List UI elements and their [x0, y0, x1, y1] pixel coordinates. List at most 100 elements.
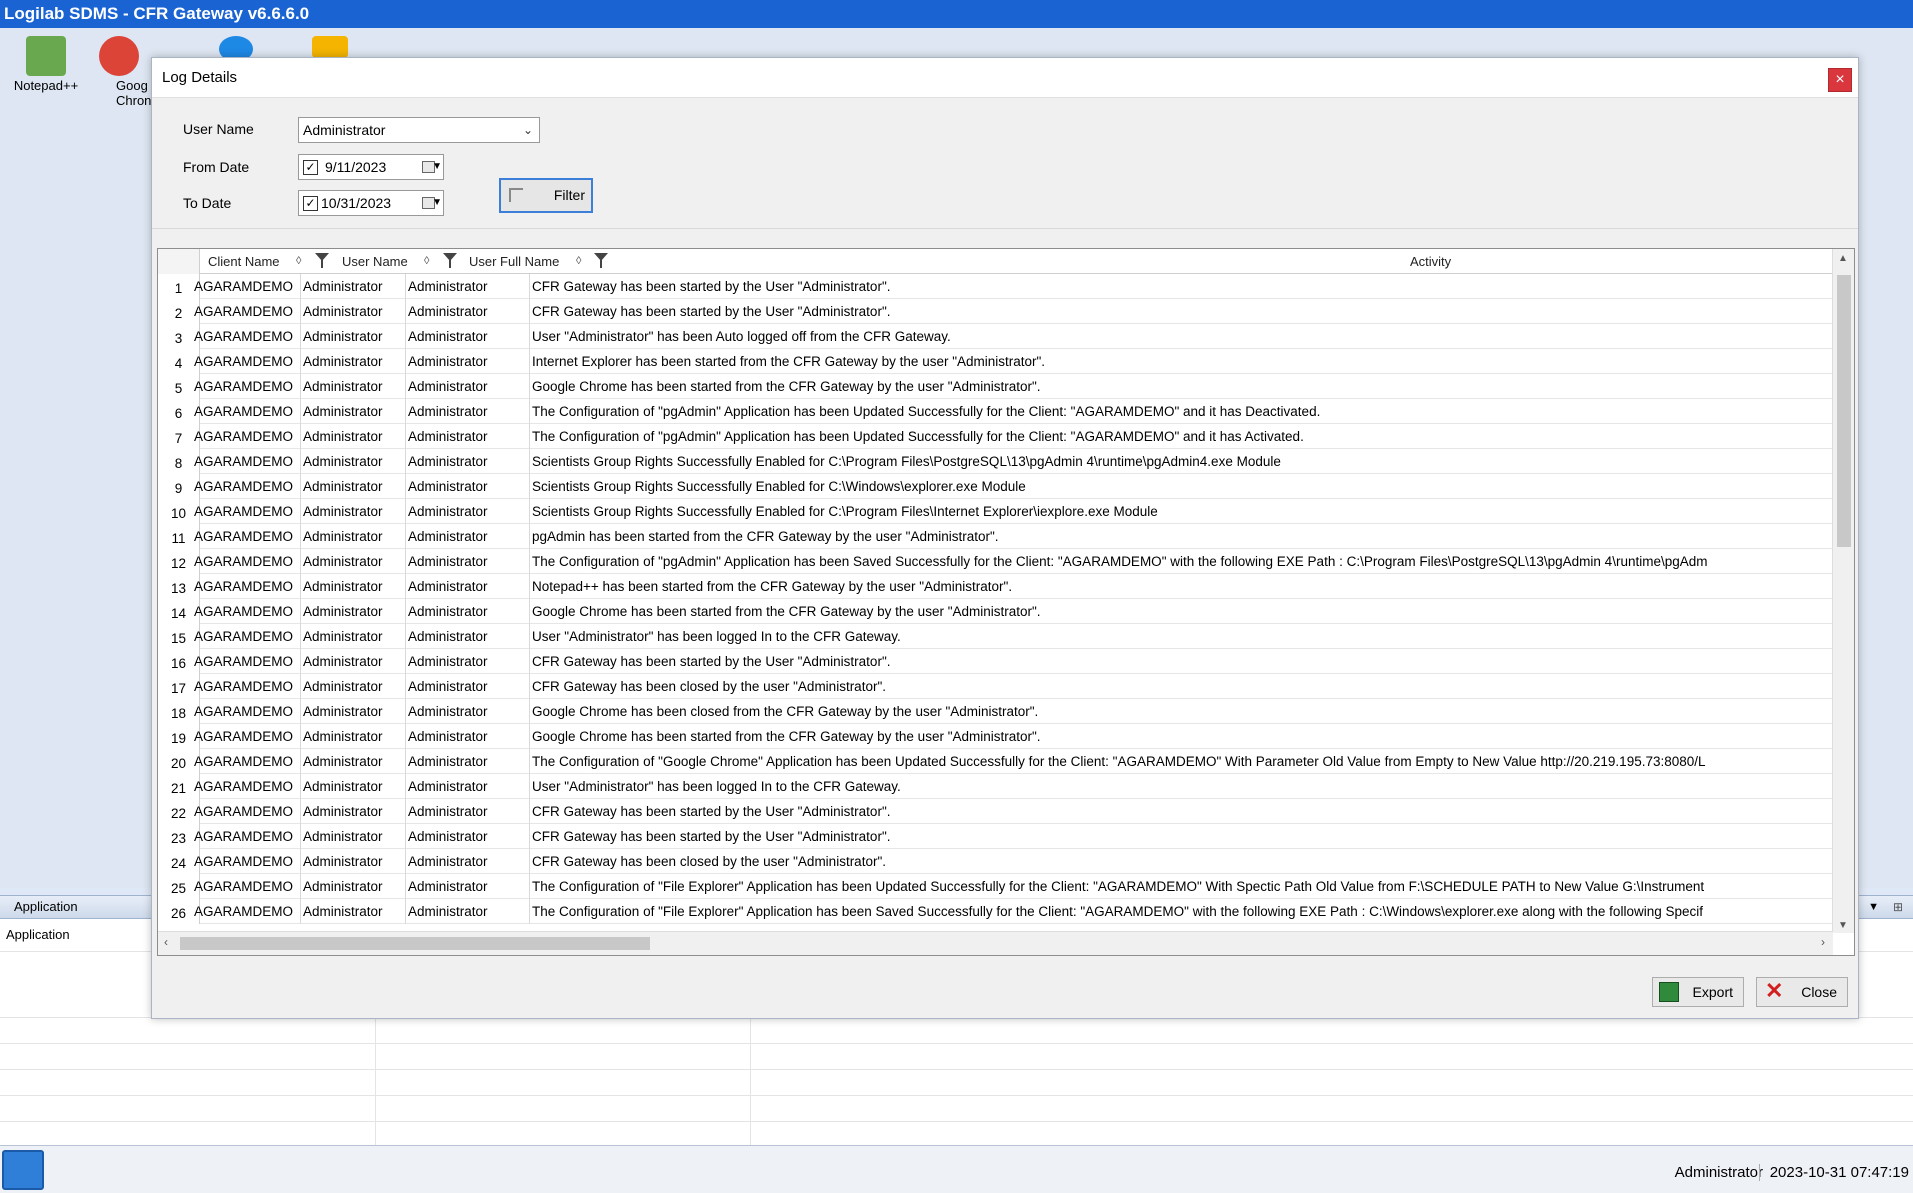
horizontal-scroll-thumb[interactable]	[180, 937, 650, 950]
filter-button[interactable]: Filter	[499, 178, 593, 213]
cell-user-name: Administrator	[303, 804, 383, 819]
table-row[interactable]: 21 AGARAMDEMO Administrator Administrator Us…	[158, 774, 1833, 799]
application-row-label[interactable]: Application	[6, 927, 70, 942]
filter-funnel-icon[interactable]	[594, 253, 608, 268]
horizontal-scrollbar[interactable]: ‹ ›	[158, 931, 1833, 955]
column-header-activity[interactable]: Activity	[1410, 249, 1451, 274]
grid-corner-cell[interactable]	[158, 249, 200, 274]
cell-client-name: AGARAMDEMO	[194, 729, 294, 744]
column-divider	[300, 599, 301, 624]
table-row[interactable]: 3 AGARAMDEMO Administrator Administrator Use…	[158, 324, 1833, 349]
cell-user-name: Administrator	[303, 454, 383, 469]
scroll-up-icon[interactable]: ▲	[1838, 253, 1848, 264]
cell-activity: Google Chrome has been started from the …	[532, 604, 1041, 619]
table-row[interactable]: 23 AGARAMDEMO Administrator Administrator CF…	[158, 824, 1833, 849]
export-button[interactable]: Export	[1652, 977, 1744, 1007]
table-row[interactable]: 11 AGARAMDEMO Administrator Administrator pg…	[158, 524, 1833, 549]
cell-user-full-name: Administrator	[408, 554, 488, 569]
cell-client-name: AGARAMDEMO	[194, 579, 294, 594]
column-divider	[300, 324, 301, 349]
column-divider	[405, 674, 406, 699]
app-title: Logilab SDMS - CFR Gateway v6.6.6.0	[4, 4, 310, 23]
table-row[interactable]: 17 AGARAMDEMO Administrator Administrator CF…	[158, 674, 1833, 699]
vertical-scroll-thumb[interactable]	[1837, 275, 1851, 547]
column-header-client-name[interactable]: Client Name	[208, 249, 280, 274]
sort-icon[interactable]: ◊	[576, 249, 581, 274]
scroll-left-icon[interactable]: ‹	[164, 935, 168, 949]
column-header-user-full-name[interactable]: User Full Name	[469, 249, 559, 274]
scroll-down-icon[interactable]: ▼	[1838, 920, 1848, 931]
filter-funnel-icon[interactable]	[315, 253, 329, 268]
column-divider	[405, 424, 406, 449]
table-row[interactable]: 5 AGARAMDEMO Administrator Administrator Goo…	[158, 374, 1833, 399]
cell-user-name: Administrator	[303, 854, 383, 869]
column-divider	[529, 749, 530, 774]
cell-activity: The Configuration of "pgAdmin" Applicati…	[532, 404, 1321, 419]
chrome-icon	[99, 36, 139, 76]
filter-funnel-icon[interactable]	[443, 253, 457, 268]
column-divider	[300, 674, 301, 699]
vertical-scrollbar[interactable]: ▲ ▼	[1832, 249, 1854, 933]
table-row[interactable]: 18 AGARAMDEMO Administrator Administrator Go…	[158, 699, 1833, 724]
status-bar: Administrator 2023-10-31 07:47:19	[0, 1145, 1913, 1193]
close-x-icon: ✕	[1765, 978, 1784, 1003]
user-name-label: User Name	[183, 121, 254, 137]
close-button[interactable]: ✕ Close	[1756, 977, 1848, 1007]
cell-client-name: AGARAMDEMO	[194, 629, 294, 644]
table-row[interactable]: 10 AGARAMDEMO Administrator Administrator Sc…	[158, 499, 1833, 524]
table-row[interactable]: 24 AGARAMDEMO Administrator Administrator CF…	[158, 849, 1833, 874]
cell-client-name: AGARAMDEMO	[194, 504, 294, 519]
table-row[interactable]: 22 AGARAMDEMO Administrator Administrator CF…	[158, 799, 1833, 824]
sort-icon[interactable]: ◊	[424, 249, 429, 274]
column-divider	[405, 524, 406, 549]
column-divider	[529, 399, 530, 424]
column-divider	[529, 599, 530, 624]
cell-activity: CFR Gateway has been started by the User…	[532, 654, 891, 669]
panel-dropdown-icon[interactable]: ▼	[1868, 896, 1879, 918]
table-row[interactable]: 2 AGARAMDEMO Administrator Administrator CFR…	[158, 299, 1833, 324]
table-row[interactable]: 12 AGARAMDEMO Administrator Administrator Th…	[158, 549, 1833, 574]
close-icon: ×	[1835, 71, 1845, 88]
table-row[interactable]: 20 AGARAMDEMO Administrator Administrator Th…	[158, 749, 1833, 774]
table-row[interactable]: 9 AGARAMDEMO Administrator Administrator Sci…	[158, 474, 1833, 499]
column-divider	[529, 349, 530, 374]
column-divider	[529, 699, 530, 724]
table-row[interactable]: 7 AGARAMDEMO Administrator Administrator The…	[158, 424, 1833, 449]
column-divider	[529, 774, 530, 799]
column-divider	[529, 274, 530, 299]
cell-client-name: AGARAMDEMO	[194, 404, 294, 419]
table-row[interactable]: 19 AGARAMDEMO Administrator Administrator Go…	[158, 724, 1833, 749]
cell-user-full-name: Administrator	[408, 604, 488, 619]
table-row[interactable]: 16 AGARAMDEMO Administrator Administrator CF…	[158, 649, 1833, 674]
column-divider	[405, 299, 406, 324]
cell-user-full-name: Administrator	[408, 479, 488, 494]
to-date-checkbox[interactable]: ✓	[303, 196, 318, 211]
to-date-label: To Date	[183, 195, 232, 211]
cell-activity: CFR Gateway has been started by the User…	[532, 304, 891, 319]
from-date-picker[interactable]: ✓ 9/11/2023 ▼	[298, 154, 444, 180]
sort-icon[interactable]: ◊	[296, 249, 301, 274]
table-row[interactable]: 14 AGARAMDEMO Administrator Administrator Go…	[158, 599, 1833, 624]
scroll-right-icon[interactable]: ›	[1821, 935, 1825, 949]
cell-client-name: AGARAMDEMO	[194, 354, 294, 369]
to-date-picker[interactable]: ✓ 10/31/2023 ▼	[298, 190, 444, 216]
table-row[interactable]: 15 AGARAMDEMO Administrator Administrator Us…	[158, 624, 1833, 649]
panel-pin-icon[interactable]: ⊞	[1893, 896, 1903, 918]
dialog-close-button[interactable]: ×	[1828, 68, 1852, 92]
table-row[interactable]: 8 AGARAMDEMO Administrator Administrator Sci…	[158, 449, 1833, 474]
desktop-icon-chrome[interactable]: Goog Chron	[96, 36, 151, 108]
desktop-icon-notepad[interactable]: Notepad++	[6, 36, 86, 93]
table-row[interactable]: 25 AGARAMDEMO Administrator Administrator Th…	[158, 874, 1833, 899]
table-row[interactable]: 1 AGARAMDEMO Administrator Administrator CFR…	[158, 274, 1833, 299]
table-row[interactable]: 4 AGARAMDEMO Administrator Administrator Int…	[158, 349, 1833, 374]
column-header-user-name[interactable]: User Name	[342, 249, 408, 274]
app-grid-line	[0, 1043, 1913, 1044]
table-row[interactable]: 6 AGARAMDEMO Administrator Administrator The…	[158, 399, 1833, 424]
table-row[interactable]: 13 AGARAMDEMO Administrator Administrator No…	[158, 574, 1833, 599]
app-launcher-button[interactable]	[2, 1150, 44, 1190]
cell-client-name: AGARAMDEMO	[194, 429, 294, 444]
cell-user-name: Administrator	[303, 754, 383, 769]
from-date-checkbox[interactable]: ✓	[303, 160, 318, 175]
table-row[interactable]: 26 AGARAMDEMO Administrator Administrator Th…	[158, 899, 1833, 924]
user-name-select[interactable]: Administrator ⌄	[298, 117, 540, 143]
